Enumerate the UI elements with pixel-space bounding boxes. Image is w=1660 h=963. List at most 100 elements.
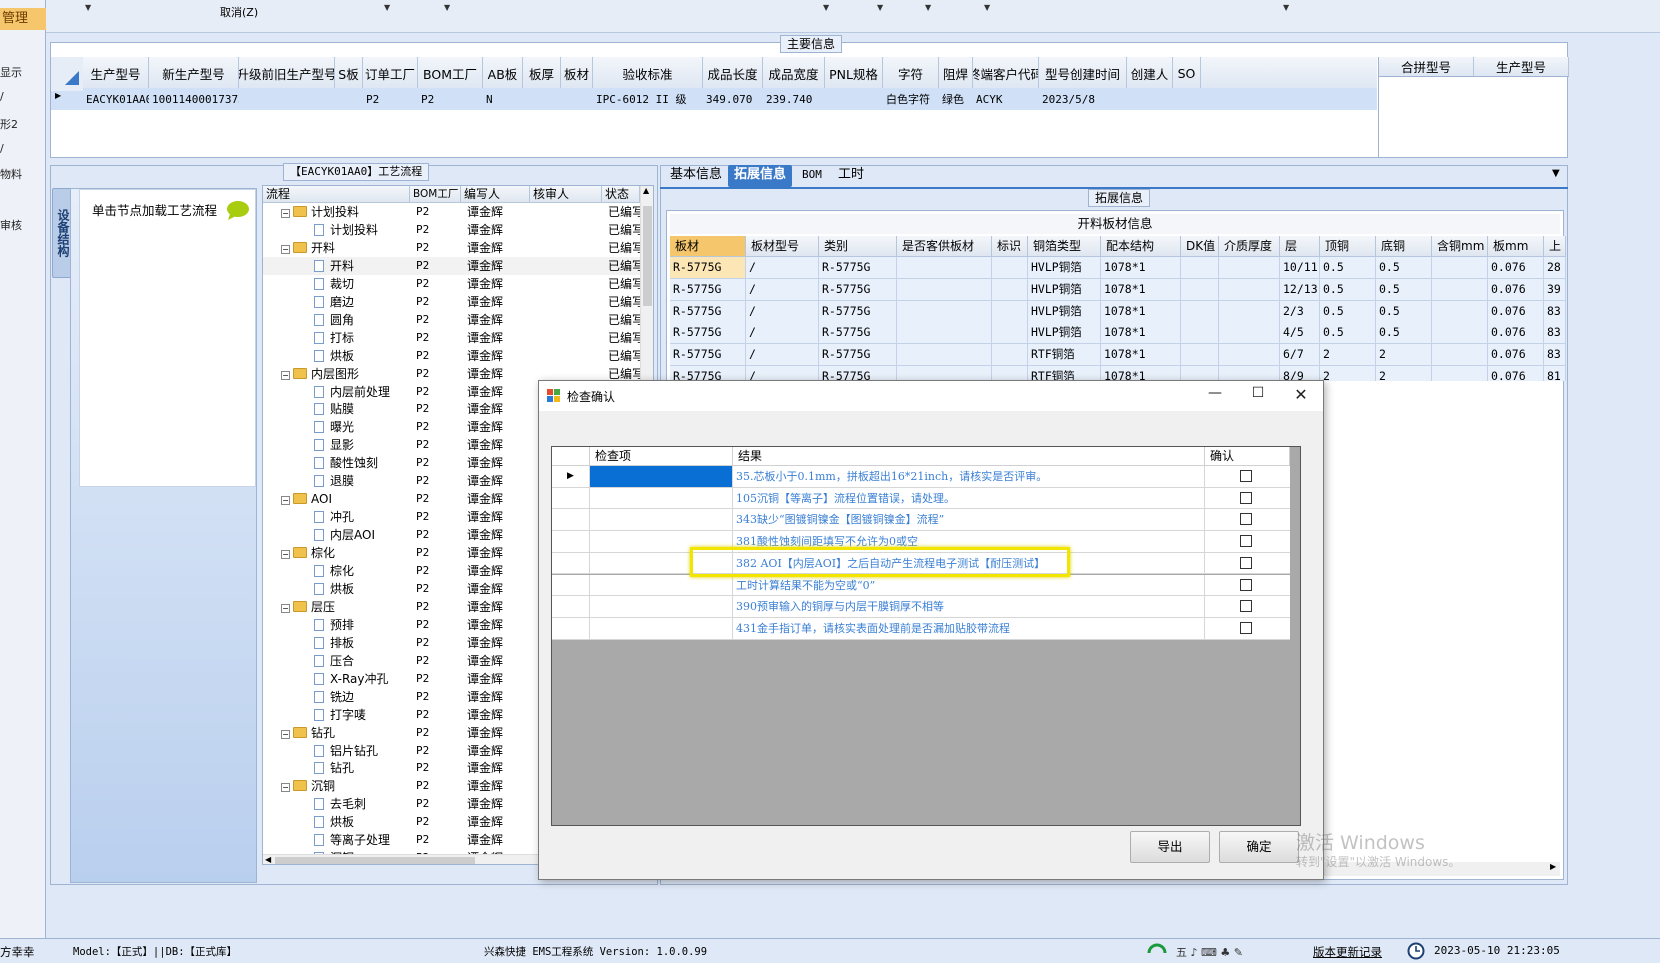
material-cell[interactable]: 83 (1544, 322, 1566, 344)
tab-extended-info[interactable]: 拓展信息 (728, 165, 793, 187)
tree-node-label[interactable]: − 钻孔 (281, 724, 410, 742)
main-cell[interactable]: 2023/5/8 (1039, 93, 1127, 106)
row-header[interactable] (552, 487, 590, 509)
material-cell[interactable]: 81 (1544, 366, 1566, 381)
material-cell[interactable] (1219, 322, 1280, 344)
tree-node-label[interactable]: − 计划投料 (281, 203, 410, 221)
material-cell[interactable]: HVLP铜箔 (1028, 300, 1101, 322)
confirm-checkbox[interactable] (1240, 470, 1252, 482)
nav-item[interactable]: / (0, 142, 46, 155)
material-cell[interactable]: 12/13 (1280, 278, 1320, 300)
row-header[interactable] (552, 552, 590, 574)
material-cell[interactable] (897, 344, 992, 366)
material-row[interactable]: R-5775G / R-5775G RTF铜箔 1078*1 6/7 2 2 0.076 83 (670, 344, 1566, 367)
material-cell[interactable] (1181, 257, 1219, 278)
check-item-cell[interactable] (590, 596, 733, 617)
tree-node[interactable]: 打标 P2 谭金辉 已编写 (263, 329, 653, 347)
check-result-cell[interactable]: 35.芯板小于0.1mm，拼板超出16*21inch，请核实是否评审。 (733, 466, 1205, 487)
check-row[interactable]: 343缺少“图镀铜镍金【图镀铜镍金】流程” (552, 509, 1290, 532)
material-cell[interactable] (992, 278, 1028, 300)
material-cell[interactable]: 0.5 (1376, 257, 1432, 278)
main-cell[interactable]: EACYK01AA0 (83, 93, 149, 106)
row-header[interactable] (552, 574, 590, 596)
material-cell[interactable]: R-5775G (670, 300, 746, 322)
material-cell[interactable] (1432, 300, 1488, 322)
tree-node-label[interactable]: − 内层图形 (281, 365, 410, 383)
tree-node[interactable]: 烘板 P2 谭金辉 已编写 (263, 347, 653, 365)
material-cell[interactable]: 0.5 (1376, 300, 1432, 322)
material-cell[interactable]: 1078*1 (1101, 344, 1181, 366)
tree-node-label[interactable]: 酸性蚀刻 (314, 454, 410, 472)
main-cell[interactable]: P2 (418, 93, 483, 106)
material-cell[interactable] (1181, 300, 1219, 322)
main-cell[interactable]: IPC-6012 II 级 (593, 91, 703, 107)
chevron-down-icon[interactable]: ▼ (877, 3, 883, 12)
check-item-cell[interactable] (590, 509, 733, 531)
material-cell[interactable]: R-5775G (819, 366, 897, 381)
material-cell[interactable] (897, 300, 992, 322)
tree-node-label[interactable]: − 沉铜 (281, 777, 410, 795)
collapse-icon[interactable]: − (281, 550, 290, 560)
chevron-down-icon[interactable]: ▼ (1283, 3, 1289, 12)
material-cell[interactable] (992, 300, 1028, 322)
check-result-cell[interactable]: 343缺少“图镀铜镍金【图镀铜镍金】流程” (733, 509, 1205, 531)
main-cell[interactable]: P2 (363, 93, 418, 106)
material-col-header[interactable]: 是否客供板材 (897, 236, 992, 257)
material-cell[interactable]: 0.076 (1488, 257, 1544, 278)
check-row[interactable]: 工时计算结果不能为空或“0” (552, 574, 1290, 597)
export-button[interactable]: 导出 (1130, 831, 1210, 863)
check-result-cell[interactable]: 工时计算结果不能为空或“0” (733, 574, 1205, 596)
main-col-header[interactable]: 订单工厂 (363, 57, 418, 90)
material-col-header[interactable]: 层 (1280, 236, 1320, 257)
row-header[interactable] (552, 531, 590, 552)
material-row[interactable]: R-5775G / R-5775G HVLP铜箔 1078*1 2/3 0.5 0.5 0.07… (670, 300, 1566, 323)
material-cell[interactable]: 1078*1 (1101, 257, 1181, 278)
material-cell[interactable]: R-5775G (670, 278, 746, 300)
material-cell[interactable] (897, 257, 992, 278)
main-cell[interactable]: 绿色 (939, 91, 973, 107)
material-col-header[interactable]: 配本结构 (1101, 236, 1181, 257)
material-cell[interactable]: 0.076 (1488, 366, 1544, 381)
tree-node-label[interactable]: − 棕化 (281, 544, 410, 562)
tree-node-label[interactable]: 显影 (314, 436, 410, 454)
material-cell[interactable] (1181, 344, 1219, 366)
chevron-down-icon[interactable]: ▼ (925, 3, 931, 12)
check-row[interactable]: 431金手指订单，请核实表面处理前是否漏加贴胶带流程 (552, 617, 1290, 640)
material-cell[interactable] (1432, 322, 1488, 344)
tree-node-label[interactable]: 压合 (314, 652, 410, 670)
tree-node-label[interactable]: 去毛刺 (314, 795, 410, 813)
material-cell[interactable]: 0.5 (1320, 300, 1376, 322)
confirm-checkbox[interactable] (1240, 556, 1252, 569)
material-cell[interactable]: / (746, 344, 819, 366)
tab-dropdown-icon[interactable]: ▼ (1552, 168, 1560, 179)
main-col-header[interactable]: 升级前旧生产型号 (239, 57, 335, 90)
collapse-icon[interactable]: − (281, 783, 290, 793)
material-cell[interactable]: HVLP铜箔 (1028, 278, 1101, 300)
material-cell[interactable] (992, 344, 1028, 366)
main-col-header[interactable]: BOM工厂 (418, 57, 483, 90)
material-cell[interactable]: 6/7 (1280, 344, 1320, 366)
main-cell[interactable]: 10011400017373 (149, 93, 239, 106)
tab-bom[interactable]: BOM (796, 165, 828, 187)
confirm-checkbox[interactable] (1240, 578, 1252, 591)
main-col-header[interactable]: 生产型号 (83, 57, 149, 90)
material-row[interactable]: R-5775G / R-5775G HVLP铜箔 1078*1 12/13 0.5 0.5 0.… (670, 278, 1566, 301)
material-cell[interactable]: 1078*1 (1101, 322, 1181, 344)
row-header[interactable] (552, 596, 590, 617)
material-cell[interactable]: 8/9 (1280, 366, 1320, 381)
tree-node-label[interactable]: 等离子处理 (314, 831, 410, 849)
material-cell[interactable] (1219, 257, 1280, 278)
material-cell[interactable]: 4/5 (1280, 322, 1320, 344)
material-cell[interactable]: 1078*1 (1101, 300, 1181, 322)
tree-node[interactable]: 计划投料 P2 谭金辉 已编写 (263, 221, 653, 239)
material-cell[interactable] (897, 366, 992, 381)
material-cell[interactable] (992, 366, 1028, 381)
chevron-down-icon[interactable]: ▼ (384, 3, 390, 12)
main-col-header[interactable]: S板 (335, 57, 363, 90)
collapse-icon[interactable]: − (281, 603, 290, 613)
confirm-checkbox[interactable] (1240, 535, 1252, 548)
main-cell[interactable]: ACYK (973, 93, 1039, 106)
check-row[interactable]: ▶ 35.芯板小于0.1mm，拼板超出16*21inch，请核实是否评审。 (552, 466, 1290, 488)
main-col-header[interactable]: 创建人 (1127, 57, 1173, 90)
chevron-down-icon[interactable]: ▼ (444, 3, 450, 12)
